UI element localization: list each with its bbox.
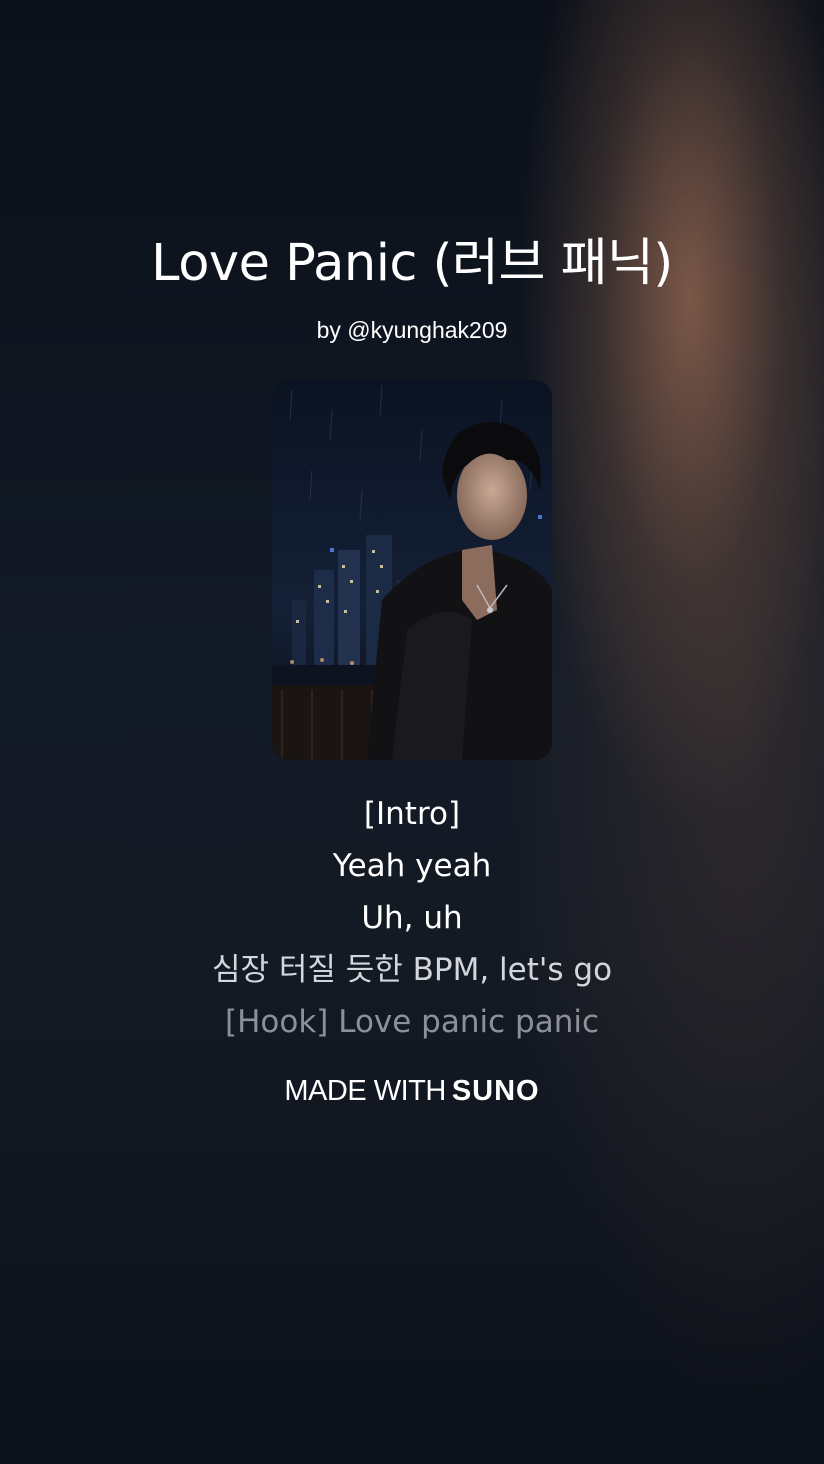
artist-credit[interactable]: by @kyunghak209 — [0, 314, 824, 346]
made-with-suno-badge[interactable]: MADE WITH SUNO — [0, 1072, 824, 1110]
song-title: Love Panic (러브 패닉) — [151, 234, 673, 293]
lyric-video-frame: Love Panic (러브 패닉) by @kyunghak209 [Intr… — [0, 0, 824, 1464]
lyrics-panel: [Intro] Yeah yeah Uh, uh 심장 터질 듯한 BPM, l… — [0, 788, 824, 1048]
lyric-line: Yeah yeah — [332, 848, 492, 884]
suno-logo: SUNO — [451, 1075, 540, 1107]
lyric-line-intro: [Intro] — [363, 796, 461, 832]
lyric-line-hook: [Hook] Love panic panic — [224, 1004, 599, 1040]
lyric-line: Uh, uh — [361, 900, 463, 936]
lyric-line: 심장 터질 듯한 BPM, let's go — [211, 952, 613, 988]
made-with-label: MADE WITH — [284, 1075, 446, 1107]
album-cover-image — [272, 380, 552, 760]
